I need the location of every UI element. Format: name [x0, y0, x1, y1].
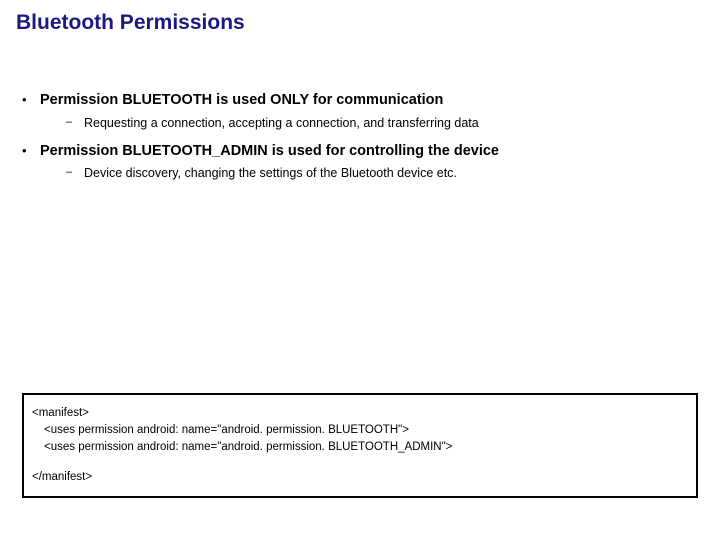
code-line: <uses permission android: name="android.… — [32, 422, 688, 439]
code-line: <uses permission android: name="android.… — [32, 439, 688, 456]
code-snippet-box: <manifest> <uses permission android: nam… — [22, 393, 698, 498]
bullet-item: • Permission BLUETOOTH is used ONLY for … — [22, 91, 704, 111]
code-blank-line — [32, 455, 688, 469]
bullet-item: • Permission BLUETOOTH_ADMIN is used for… — [22, 142, 704, 162]
slide: Bluetooth Permissions • Permission BLUET… — [0, 0, 720, 540]
slide-content: • Permission BLUETOOTH is used ONLY for … — [16, 91, 704, 182]
code-line: <manifest> — [32, 405, 688, 422]
bullet-glyph: • — [22, 142, 40, 160]
sub-bullet-text: Device discovery, changing the settings … — [84, 165, 457, 182]
code-line: </manifest> — [32, 469, 688, 486]
sub-bullet-item: – Requesting a connection, accepting a c… — [66, 115, 704, 132]
sub-bullet-item: – Device discovery, changing the setting… — [66, 165, 704, 182]
bullet-text: Permission BLUETOOTH is used ONLY for co… — [40, 91, 443, 111]
bullet-text: Permission BLUETOOTH_ADMIN is used for c… — [40, 142, 499, 162]
bullet-glyph: • — [22, 91, 40, 109]
sub-bullet-glyph: – — [66, 115, 84, 130]
slide-title: Bluetooth Permissions — [16, 10, 704, 35]
sub-bullet-text: Requesting a connection, accepting a con… — [84, 115, 479, 132]
sub-bullet-glyph: – — [66, 165, 84, 180]
